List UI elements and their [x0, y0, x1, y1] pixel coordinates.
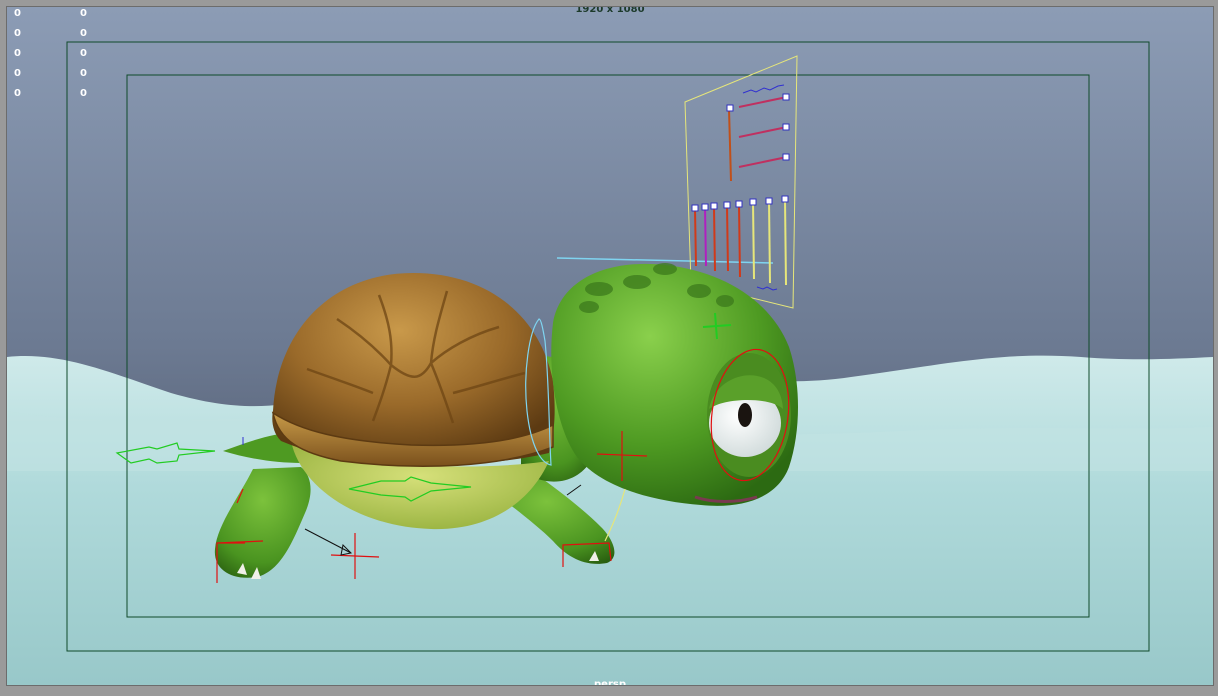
hud-value: 0 [14, 88, 21, 99]
hud-value: 0 [80, 28, 87, 39]
hud-stats-right: 0 0 0 0 0 [80, 7, 87, 104]
hud-value: 0 [14, 48, 21, 59]
viewport-scene[interactable] [7, 7, 1213, 685]
resolution-label: 1920 x 1080 [575, 6, 645, 15]
hud-stats-left: 0 0 0 0 0 [14, 7, 21, 104]
hud-value: 0 [80, 8, 87, 19]
hud-value: 0 [14, 28, 21, 39]
hud-value: 0 [80, 48, 87, 59]
hud-value: 0 [14, 68, 21, 79]
hud-value: 0 [80, 88, 87, 99]
hud-value: 0 [14, 8, 21, 19]
camera-name-label: persp [594, 679, 626, 686]
maya-viewport[interactable]: 1920 x 1080 persp 0 0 0 0 0 0 0 0 0 0 [6, 6, 1214, 686]
hud-value: 0 [80, 68, 87, 79]
